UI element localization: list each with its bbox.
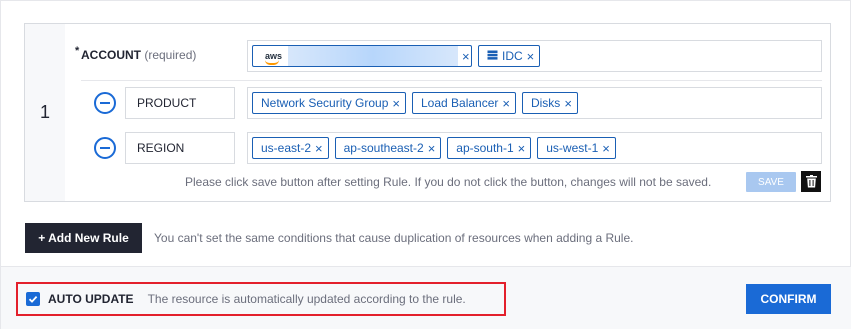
remove-tag-icon[interactable]: × — [462, 49, 470, 64]
tag-label: IDC — [502, 49, 523, 63]
rule-index: 1 — [25, 24, 65, 201]
trash-icon — [805, 175, 817, 188]
save-button[interactable]: SAVE — [746, 172, 796, 192]
auto-update-label: AUTO UPDATE — [48, 292, 134, 306]
account-label: * ACCOUNT (required) — [75, 45, 197, 62]
remove-tag-icon[interactable]: × — [564, 96, 572, 111]
remove-tag-icon[interactable]: × — [527, 49, 535, 64]
required-text: (required) — [144, 48, 197, 62]
condition-key-field[interactable]: REGION — [125, 132, 235, 164]
tag-label: us-east-2 — [261, 141, 312, 155]
condition-tag[interactable]: Network Security Group × — [252, 92, 406, 114]
checkmark-icon — [28, 295, 38, 303]
remove-condition-button[interactable] — [94, 92, 116, 114]
minus-icon — [100, 102, 110, 104]
remove-tag-icon[interactable]: × — [392, 96, 400, 111]
add-new-rule-button[interactable]: + Add New Rule — [25, 223, 142, 253]
condition-tag[interactable]: us-east-2 × — [252, 137, 329, 159]
condition-tag[interactable]: Load Balancer × — [411, 92, 516, 114]
tag-label: us-west-1 — [546, 141, 599, 155]
minus-icon — [100, 147, 110, 149]
required-marker: * — [75, 45, 80, 57]
add-rule-note: You can't set the same conditions that c… — [154, 231, 634, 245]
account-tag-input[interactable]: aws × IDC × — [247, 40, 822, 72]
server-icon — [487, 50, 498, 63]
footer-bar: AUTO UPDATE The resource is automaticall… — [1, 266, 851, 329]
condition-row-product: PRODUCT Network Security Group × Load Bal… — [65, 84, 830, 124]
condition-tag[interactable]: ap-southeast-2 × — [334, 137, 442, 159]
delete-rule-button[interactable] — [801, 171, 821, 192]
tag-label: Load Balancer — [420, 96, 499, 110]
account-tag-idc[interactable]: IDC × — [478, 45, 541, 67]
condition-tag-input[interactable]: us-east-2 × ap-southeast-2 × ap-south-1 × u… — [247, 132, 822, 164]
account-tag-aws[interactable]: aws × — [252, 45, 472, 67]
account-name-redacted — [288, 46, 459, 66]
remove-condition-button[interactable] — [94, 137, 116, 159]
aws-logo-icon: aws — [265, 51, 283, 65]
save-hint-text: Please click save button after setting R… — [185, 175, 712, 189]
condition-tag[interactable]: ap-south-1 × — [447, 137, 532, 159]
tag-label: Network Security Group — [261, 96, 389, 110]
rule-content: * ACCOUNT (required) aws × IDC × PRODUCT… — [65, 24, 830, 201]
rule-editor-panel: 1 * ACCOUNT (required) aws × IDC × PRODU… — [0, 0, 851, 329]
auto-update-checkbox[interactable] — [26, 292, 40, 306]
rule-card: 1 * ACCOUNT (required) aws × IDC × PRODU… — [24, 23, 831, 202]
condition-tag[interactable]: us-west-1 × — [537, 137, 616, 159]
remove-tag-icon[interactable]: × — [315, 141, 323, 156]
account-row: * ACCOUNT (required) aws × IDC × — [65, 24, 830, 81]
tag-label: ap-south-1 — [456, 141, 514, 155]
auto-update-description: The resource is automatically updated ac… — [147, 292, 466, 306]
divider — [81, 80, 822, 81]
remove-tag-icon[interactable]: × — [502, 96, 510, 111]
confirm-button[interactable]: CONFIRM — [746, 284, 831, 314]
tag-label: Disks — [530, 96, 561, 110]
account-label-text: ACCOUNT — [81, 48, 141, 62]
condition-key-field[interactable]: PRODUCT — [125, 87, 235, 119]
condition-row-region: REGION us-east-2 × ap-southeast-2 × ap-sou… — [65, 129, 830, 169]
tag-label: ap-southeast-2 — [343, 141, 424, 155]
condition-tag-input[interactable]: Network Security Group × Load Balancer × D… — [247, 87, 822, 119]
remove-tag-icon[interactable]: × — [428, 141, 436, 156]
remove-tag-icon[interactable]: × — [602, 141, 610, 156]
condition-tag[interactable]: Disks × — [521, 92, 578, 114]
auto-update-option: AUTO UPDATE The resource is automaticall… — [16, 282, 506, 316]
remove-tag-icon[interactable]: × — [518, 141, 526, 156]
